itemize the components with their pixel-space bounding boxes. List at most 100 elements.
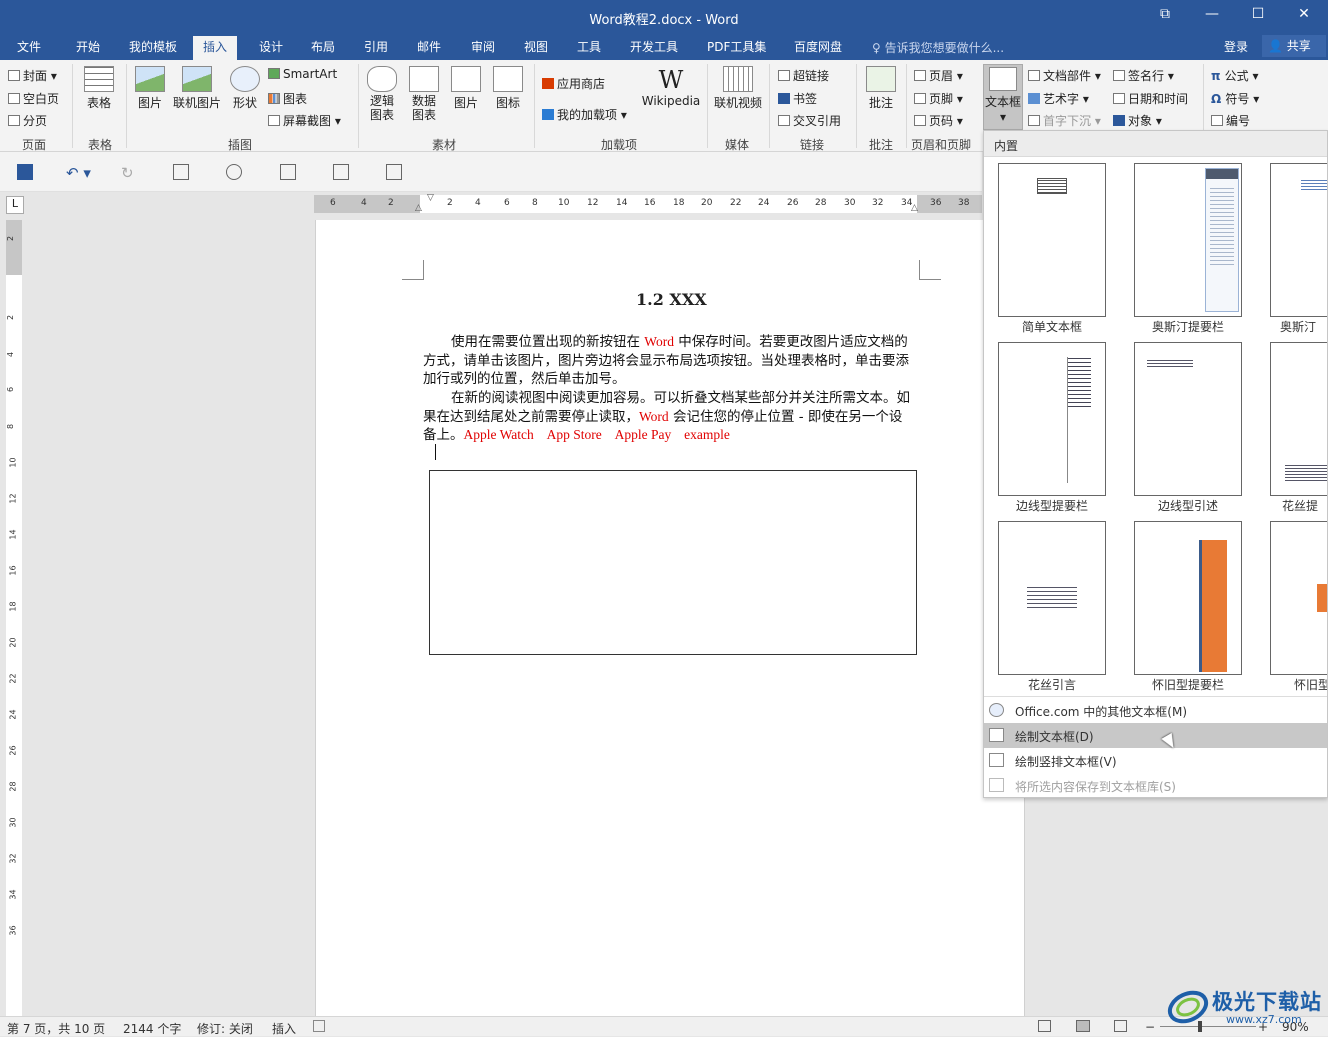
comment-button[interactable]: 批注 [863, 66, 899, 111]
screenshot-button[interactable]: 屏幕截图 ▾ [268, 112, 341, 129]
tab-view[interactable]: 视图 [524, 38, 548, 55]
tab-pdf-tools[interactable]: PDF工具集 [707, 38, 766, 55]
gallery-thumb-retrospect-sidebar[interactable] [1134, 521, 1242, 675]
gallery-thumb-retrospect[interactable] [1270, 521, 1327, 675]
picture-button[interactable]: 图片 [132, 66, 168, 111]
close-button[interactable]: ✕ [1289, 6, 1319, 22]
wikipedia-button[interactable]: W Wikipedia [641, 66, 701, 108]
tab-file[interactable]: 文件 [17, 38, 41, 55]
tab-home[interactable]: 开始 [76, 38, 100, 55]
watermark-url: www.xz7.com [1226, 1013, 1302, 1026]
numbering-button[interactable]: 编号 [1211, 112, 1250, 129]
textbox-button[interactable]: 文本框 ▾ [983, 64, 1023, 130]
tab-my-templates[interactable]: 我的模板 [129, 38, 177, 55]
tab-insert[interactable]: 插入 [193, 36, 238, 60]
ruler-number: 8 [532, 198, 538, 208]
touch-mode-icon[interactable] [333, 164, 349, 180]
print-preview-icon[interactable] [280, 164, 296, 180]
page-number-button[interactable]: 页码 ▾ [914, 112, 963, 129]
shapes-button[interactable]: 形状 [228, 66, 262, 111]
left-indent-marker[interactable]: △ [415, 203, 422, 213]
tab-references[interactable]: 引用 [364, 38, 388, 55]
save-selection-to-gallery-item[interactable]: 将所选内容保存到文本框库(S) [984, 773, 1327, 797]
my-addins-button[interactable]: 我的加载项 ▾ [542, 106, 627, 123]
ribbon-display-icon[interactable]: ⧉ [1150, 6, 1180, 22]
date-time-button[interactable]: 日期和时间 [1113, 90, 1188, 107]
insert-mode[interactable]: 插入 [272, 1020, 296, 1037]
gallery-thumb-filigree-sidebar[interactable] [1270, 342, 1327, 496]
signature-line-button[interactable]: 签名行 ▾ [1113, 67, 1174, 84]
draw-vertical-textbox-item[interactable]: 绘制竖排文本框(V) [984, 748, 1327, 773]
data-chart-button[interactable]: 数据 图表 [406, 66, 442, 122]
paragraph-2[interactable]: 在新的阅读视图中阅读更加容易。可以折叠文档某些部分并关注所需文本。如果在达到结尾… [423, 389, 915, 445]
redo-icon[interactable]: ↻ [121, 164, 137, 182]
tab-review[interactable]: 审阅 [471, 38, 495, 55]
word-count[interactable]: 2144 个字 [123, 1020, 181, 1037]
page-count[interactable]: 第 7 页，共 10 页 [7, 1020, 105, 1037]
material-picture-button[interactable]: 图片 [448, 66, 484, 111]
blank-page-button[interactable]: 空白页 [8, 90, 59, 107]
vertical-ruler[interactable]: 2 2 4 6 8 10 12 14 16 18 20 22 24 26 28 … [6, 220, 22, 1016]
read-mode-view-icon[interactable] [1038, 1020, 1051, 1032]
track-changes-status[interactable]: 修订: 关闭 [197, 1020, 253, 1037]
icon-button[interactable]: 图标 [490, 66, 526, 111]
macro-record-icon[interactable] [313, 1020, 325, 1032]
minimize-button[interactable]: — [1197, 6, 1227, 22]
zoom-out-icon[interactable]: − [1145, 1020, 1155, 1034]
web-layout-view-icon[interactable] [1114, 1020, 1127, 1032]
wordart-button[interactable]: 艺术字 ▾ [1028, 90, 1089, 107]
document-page[interactable]: 1.2 XXX 使用在需要位置出现的新按钮在 Word 中保存时间。若要更改图片… [315, 220, 1025, 1016]
undo-icon[interactable]: ↶ ▾ [66, 164, 94, 182]
table-button[interactable]: 表格 [80, 66, 118, 111]
tell-me-box[interactable]: ♀ 告诉我您想要做什么... [872, 39, 1004, 56]
tab-mailings[interactable]: 邮件 [417, 38, 441, 55]
tab-design[interactable]: 设计 [259, 38, 283, 55]
right-indent-marker[interactable]: △ [911, 203, 918, 213]
cross-reference-button[interactable]: 交叉引用 [778, 112, 841, 129]
drop-cap-button[interactable]: 首字下沉 ▾ [1028, 112, 1101, 129]
online-picture-button[interactable]: 联机图片 [171, 66, 223, 111]
equation-button[interactable]: π 公式 ▾ [1211, 67, 1259, 84]
smartart-button[interactable]: SmartArt [268, 67, 337, 81]
page-break-button[interactable]: 分页 [8, 112, 47, 129]
gallery-thumb-simple[interactable] [998, 163, 1106, 317]
app-store-button[interactable]: 应用商店 [542, 75, 605, 92]
cover-page-button[interactable]: 封面 ▾ [8, 67, 57, 84]
draw-textbox-item[interactable]: 绘制文本框(D) [984, 723, 1327, 748]
tab-layout[interactable]: 布局 [311, 38, 335, 55]
tab-developer[interactable]: 开发工具 [630, 38, 678, 55]
gallery-thumb-sideline-quote[interactable] [1134, 342, 1242, 496]
object-button[interactable]: 对象 ▾ [1113, 112, 1162, 129]
paragraph-1[interactable]: 使用在需要位置出现的新按钮在 Word 中保存时间。若要更改图片适应文档的方式，… [423, 333, 915, 389]
quick-parts-button[interactable]: 文档部件 ▾ [1028, 67, 1101, 84]
gallery-thumb-austin[interactable] [1270, 163, 1327, 317]
maximize-button[interactable]: ☐ [1243, 6, 1273, 22]
header-button[interactable]: 页眉 ▾ [914, 67, 963, 84]
online-video-button[interactable]: 联机视频 [712, 66, 764, 111]
gallery-thumb-filigree-quote[interactable] [998, 521, 1106, 675]
bookmark-button[interactable]: 书签 [778, 90, 817, 107]
first-line-indent-marker[interactable]: ▽ [427, 193, 434, 203]
print-layout-view-icon[interactable] [1076, 1020, 1090, 1032]
symbol-button[interactable]: Ω 符号 ▾ [1211, 90, 1259, 107]
save-icon[interactable] [17, 164, 33, 180]
thumb-preview [1285, 465, 1327, 481]
horizontal-ruler[interactable]: 6 4 2 2 4 6 8 10 12 14 16 18 20 22 24 26… [314, 193, 982, 213]
hyperlink-button[interactable]: 超链接 [778, 67, 829, 84]
read-mode-icon[interactable] [173, 164, 189, 180]
gallery-thumb-sideline-sidebar[interactable] [998, 342, 1106, 496]
web-layout-icon[interactable] [226, 164, 242, 180]
group-label-table: 表格 [88, 138, 113, 152]
share-button[interactable]: 👤 共享 [1262, 35, 1326, 57]
tab-tools[interactable]: 工具 [577, 38, 601, 55]
tab-baidu-netdisk[interactable]: 百度网盘 [794, 38, 842, 55]
chart-button[interactable]: 图表 [268, 90, 307, 107]
tab-selector[interactable]: L [6, 196, 24, 214]
login-button[interactable]: 登录 [1224, 38, 1248, 55]
gallery-thumb-austin-sidebar[interactable] [1134, 163, 1242, 317]
customize-qat-icon[interactable] [386, 164, 402, 180]
footer-button[interactable]: 页脚 ▾ [914, 90, 963, 107]
drawn-text-box[interactable] [429, 470, 917, 655]
more-textboxes-office-item[interactable]: Office.com 中的其他文本框(M) [984, 698, 1327, 723]
logic-chart-button[interactable]: 逻辑 图表 [364, 66, 400, 122]
